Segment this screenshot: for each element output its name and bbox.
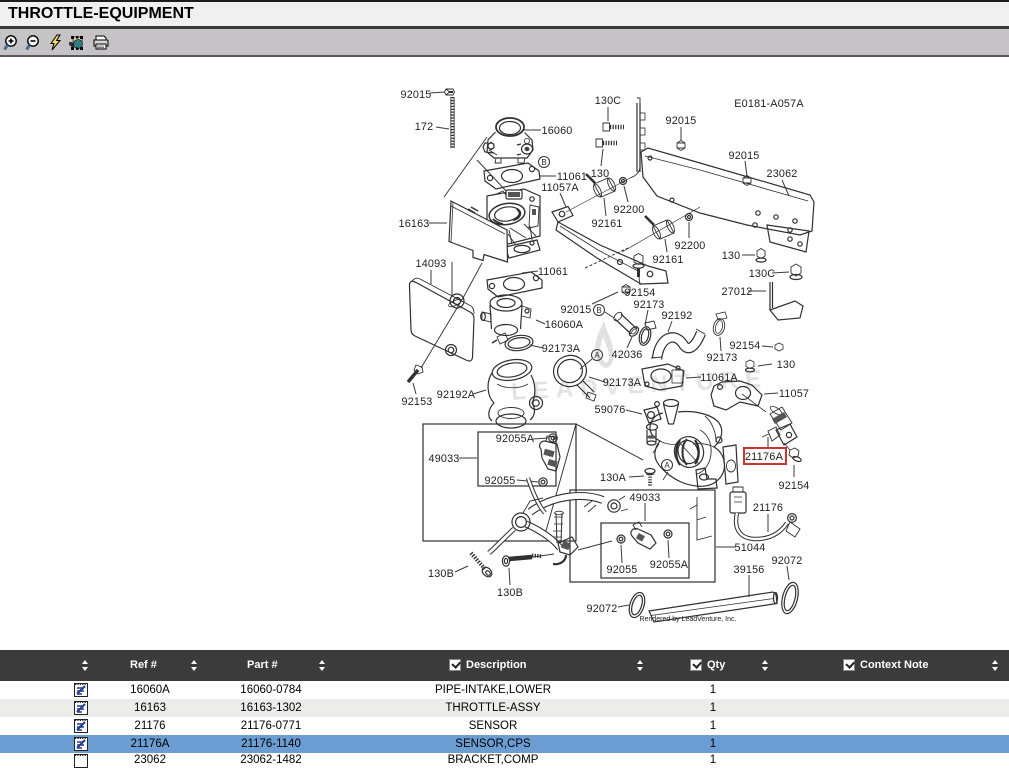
svg-text:42036: 42036 [611,349,642,361]
svg-text:130C: 130C [749,268,776,280]
svg-text:59076: 59076 [594,404,625,416]
svg-text:172: 172 [415,121,434,133]
svg-text:92173A: 92173A [603,377,642,389]
svg-text:A: A [664,461,670,470]
svg-text:39156: 39156 [733,564,764,576]
svg-text:A: A [594,351,600,360]
svg-text:11057: 11057 [779,388,809,400]
svg-text:51044: 51044 [734,542,765,554]
svg-text:21176: 21176 [753,502,783,514]
svg-text:92055: 92055 [484,475,515,487]
svg-text:23062: 23062 [766,168,797,180]
svg-text:92072: 92072 [586,603,617,615]
svg-text:92055A: 92055A [496,433,535,445]
svg-text:92200: 92200 [613,204,644,216]
svg-text:B: B [596,306,601,315]
svg-text:49033: 49033 [629,492,660,504]
svg-text:11061A: 11061A [700,372,738,384]
svg-text:92015: 92015 [728,150,759,162]
svg-text:92161: 92161 [591,218,622,230]
svg-text:92192: 92192 [661,310,692,322]
svg-text:130C: 130C [595,95,622,107]
svg-text:92072: 92072 [771,555,802,567]
svg-text:21176A: 21176A [745,451,784,463]
svg-text:92055: 92055 [606,564,637,576]
svg-text:92015: 92015 [400,89,431,101]
svg-text:92153: 92153 [401,396,432,408]
svg-text:92015: 92015 [665,115,696,127]
svg-text:92154: 92154 [729,340,760,352]
svg-text:130: 130 [722,250,741,262]
svg-text:92154: 92154 [778,480,809,492]
svg-text:92192A: 92192A [437,389,476,401]
svg-text:11057A: 11057A [541,182,579,194]
svg-text:92055A: 92055A [650,559,689,571]
svg-text:E0181-A057A: E0181-A057A [734,98,804,110]
svg-text:130B: 130B [497,587,523,599]
svg-text:92173: 92173 [706,352,737,364]
svg-text:92173: 92173 [633,299,664,311]
svg-text:11061: 11061 [538,266,568,278]
svg-text:16060A: 16060A [545,319,584,331]
svg-text:92015: 92015 [560,304,591,316]
svg-text:92200: 92200 [674,240,705,252]
svg-text:49033: 49033 [428,453,459,465]
svg-text:130: 130 [777,359,796,371]
svg-text:130B: 130B [428,568,454,580]
svg-text:92161: 92161 [652,254,683,266]
svg-text:27012: 27012 [721,286,752,298]
svg-text:16060: 16060 [541,125,572,137]
svg-text:16163: 16163 [398,218,429,230]
svg-text:92173A: 92173A [542,343,581,355]
svg-text:B: B [541,158,546,167]
svg-text:14093: 14093 [415,258,446,270]
svg-text:130A: 130A [600,472,627,484]
